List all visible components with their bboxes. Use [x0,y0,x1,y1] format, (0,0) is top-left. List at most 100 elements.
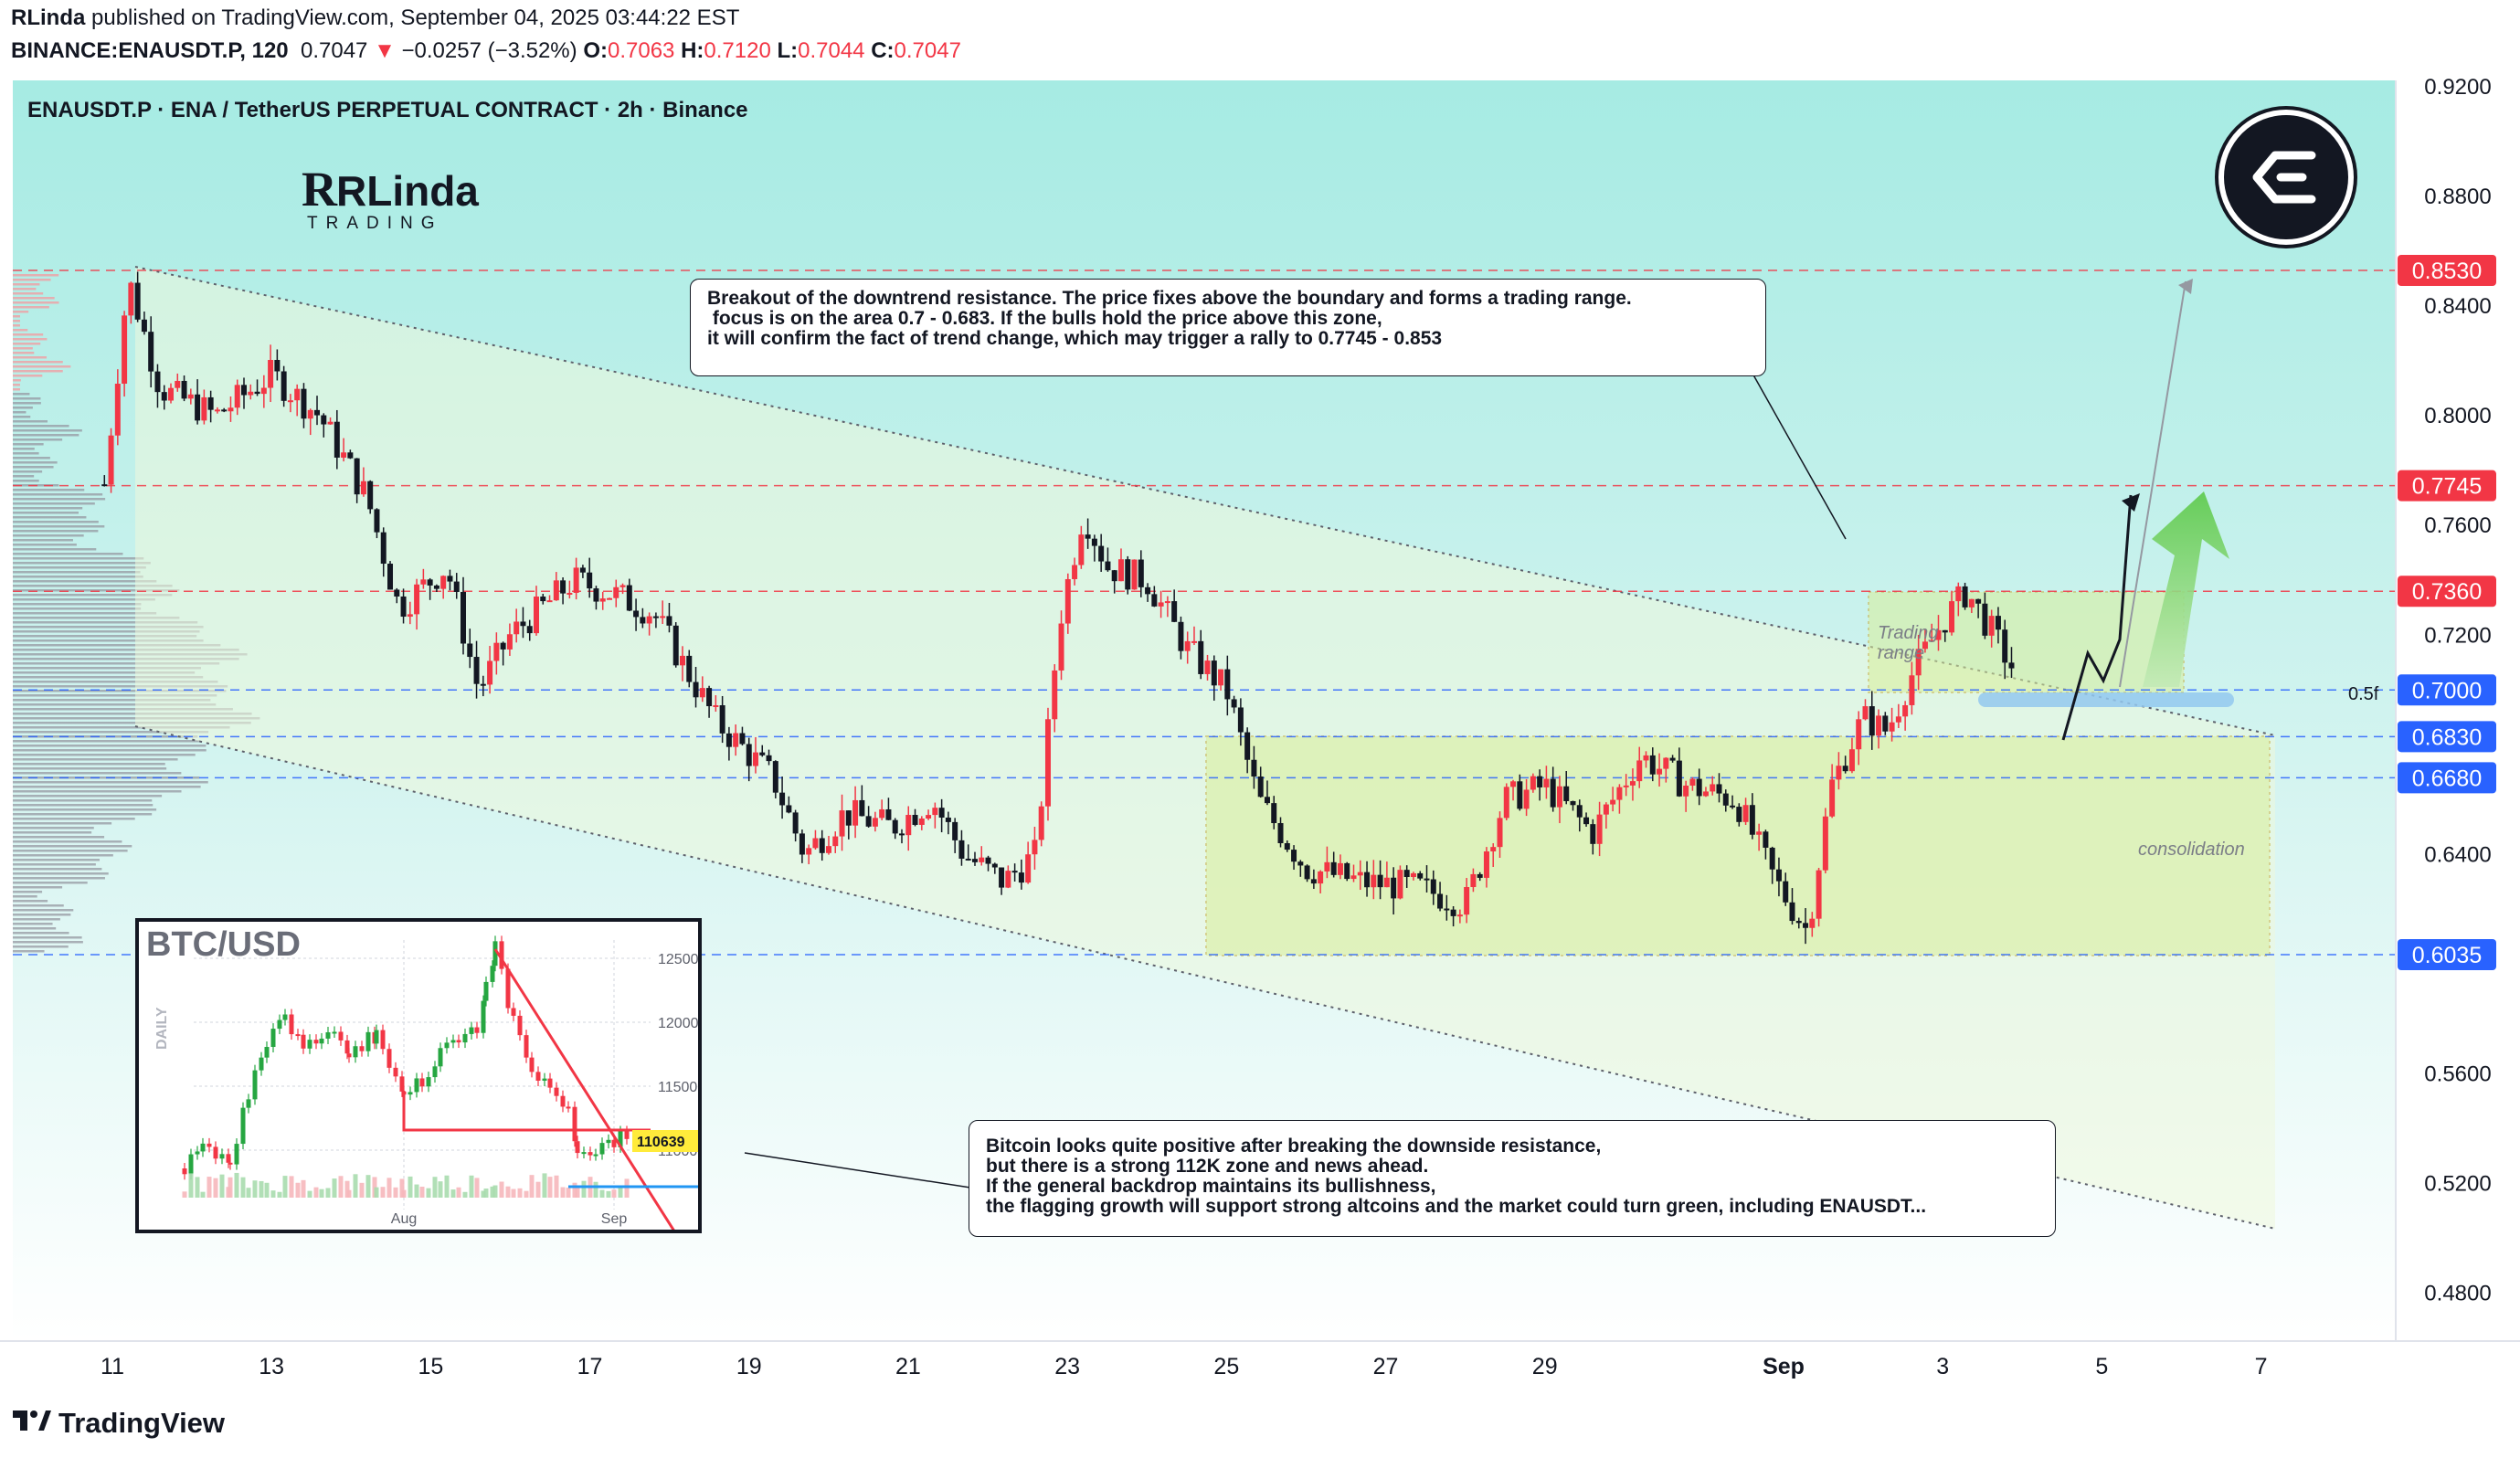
candle-body [1483,850,1489,878]
candle-body [812,838,819,849]
candle-body [360,481,366,495]
candle-body [1164,601,1170,604]
candle-body [1769,847,1775,870]
candle-body [207,396,214,410]
candle-body [154,371,161,393]
ena-logo-icon [2215,106,2357,248]
candle-body [1244,732,1251,760]
candle-body [1610,799,1616,805]
candle-body [334,421,340,458]
btc-mini-svg: 125000120000115000110000AugSepDAILY11063… [154,935,698,1230]
candle-body [1271,803,1277,824]
candle-body [825,846,831,853]
candle-body [1377,874,1383,888]
candle-body [859,799,865,817]
mini-candle [593,1154,598,1157]
candle-body [427,579,433,586]
mini-volume-bar [529,1175,535,1198]
candle-body [380,532,386,565]
candle-body [1909,675,1915,705]
mini-candle [264,1047,270,1058]
candle-body [587,572,593,589]
mini-candle [259,1057,264,1071]
mini-side-label: DAILY [154,1007,170,1050]
candle-body [832,836,839,847]
candle-body [493,642,500,661]
candle-body [414,584,420,615]
candle-body [852,799,859,826]
candle-body [1072,565,1078,579]
candle-body [400,596,407,618]
candle-body [520,621,526,627]
brand-logo-mark: R [302,162,338,217]
candle-body [1563,786,1570,801]
mini-volume-bar [346,1189,352,1198]
candle-body [1503,787,1509,819]
candle-body [1649,755,1656,775]
candle-body [626,585,632,611]
candle-body [1596,814,1603,844]
candle-body [1125,559,1131,590]
mini-candle [319,1038,324,1044]
candle-body [1005,871,1011,888]
mini-candle [200,1143,206,1152]
candle-body [845,810,852,826]
candle-body [733,733,739,747]
fib-label: 0.5f [2348,684,2379,704]
mini-volume-bar [581,1180,587,1198]
candle-body [1623,785,1629,787]
candle-body [307,409,313,419]
candle-body [1683,785,1689,797]
candle-body [1151,594,1158,607]
mini-candle [505,968,511,1009]
candle-body [500,642,506,650]
support-highlight [1978,692,2234,707]
price-chart[interactable]: 0.9200 0.8800 0.8400 0.8000 0.7600 0.7200 0.56… [0,0,2520,1458]
mini-candle [353,1046,358,1058]
candle-body [892,819,898,834]
mini-volume-bar [456,1187,461,1198]
candle-body [1344,862,1350,880]
candle-body [1257,777,1264,798]
candle-body [1025,854,1032,883]
mini-y-tick: 115000 [658,1080,698,1095]
candle-body [759,752,766,755]
candle-body [1318,871,1324,884]
candle-body [1856,719,1862,750]
tradingview-logo[interactable]: TradingView [11,1407,225,1440]
candle-body [1889,722,1895,732]
mini-volume-bar [401,1189,407,1198]
candle-body [1742,805,1749,822]
candle-body [985,857,991,864]
candle-body [672,625,679,666]
candle-body [1078,534,1085,565]
price-tick: 0.6400 [2424,842,2491,867]
candle-body [101,484,108,487]
candle-body [952,821,958,840]
candle-body [260,387,267,395]
mini-volume-bar [469,1175,474,1198]
candle-body [1942,629,1948,633]
mini-candle [213,1146,218,1159]
candle-body [660,616,666,618]
btc-mini-chart: 125000120000115000110000AugSepDAILY11063… [135,918,702,1233]
candle-body [918,818,925,825]
mini-volume-bar [277,1191,282,1198]
candle-body [1949,601,1955,633]
mini-candle [206,1143,212,1147]
candle-body [1816,870,1822,919]
candle-body [1038,806,1044,840]
mini-candle [365,1031,371,1051]
level-badge-text: 0.7360 [2412,579,2482,605]
mini-volume-bar [282,1176,288,1198]
mini-volume-bar [483,1189,489,1198]
candle-body [294,388,301,401]
candle-body [1968,598,1975,608]
candle-body [579,567,586,573]
candle-body [433,585,439,589]
mini-volume-bar [511,1189,516,1198]
candle-body [799,833,805,855]
candle-body [1410,872,1416,878]
mini-volume-bar [206,1177,212,1198]
mini-candle [432,1066,438,1078]
